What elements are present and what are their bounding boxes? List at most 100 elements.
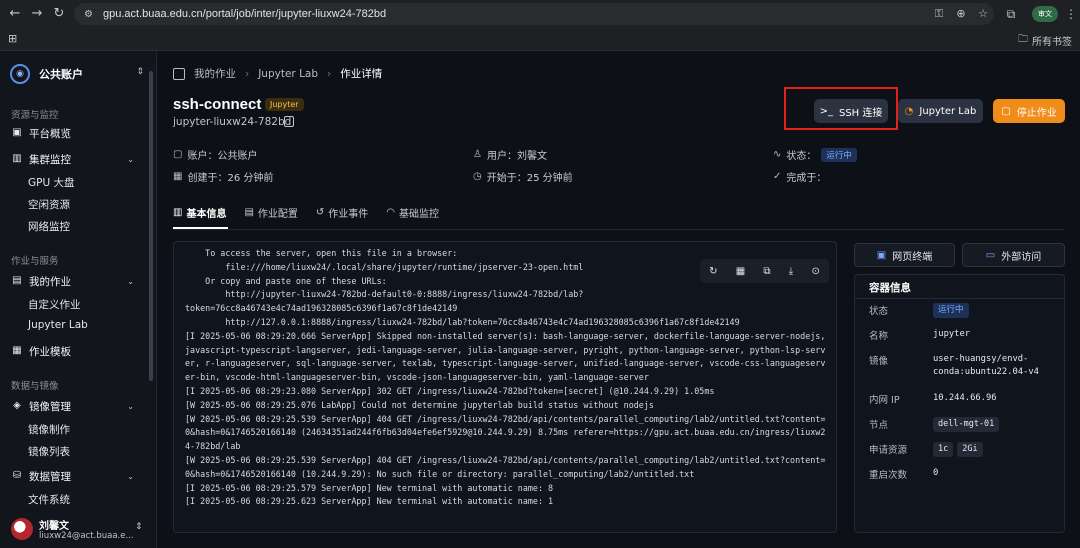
divider	[855, 298, 1064, 299]
ssh-connect-button[interactable]: >_ SSH 连接	[814, 99, 888, 123]
sidebar-item-label: 作业模板	[29, 345, 71, 358]
info-value: jupyter	[933, 329, 971, 339]
clock-icon: ◷	[473, 171, 482, 182]
chevron-down-icon: ⌄	[127, 471, 134, 481]
play-circle-icon[interactable]: ⊙	[811, 266, 819, 277]
sidebar-scrollbar[interactable]	[149, 71, 153, 381]
sidebar-item-label: 平台概览	[29, 127, 71, 140]
browser-chrome: ← → ↻ ⚙ gpu.act.buaa.edu.cn/portal/job/i…	[0, 0, 1080, 51]
log-toolbar: ↻ ▦ ⧉ ⤓ ⊙	[700, 259, 829, 283]
sidebar-item-image-make[interactable]: 镜像制作	[28, 422, 70, 437]
meta-created-text: 创建于：26 分钟前	[187, 173, 274, 184]
container-info-title: 容器信息	[869, 282, 911, 294]
sidebar-item-custom[interactable]: 自定义作业	[28, 297, 81, 312]
jupyter-lab-label: Jupyter Lab	[919, 105, 977, 117]
package-icon: ◈	[13, 400, 21, 411]
page-title: ssh-connect	[173, 96, 262, 113]
account-name: 公共账户	[39, 68, 83, 81]
account-icon: ▢	[173, 149, 183, 160]
tab-divider	[173, 229, 1065, 230]
meta-finished-text: 完成于：	[786, 173, 827, 184]
node-badge[interactable]: dell-mgt-01	[933, 417, 1000, 432]
back-arrow-icon[interactable]: ←	[6, 5, 24, 23]
reload-icon[interactable]: ↻	[50, 5, 68, 23]
info-value: user-huangsy/envd-conda:ubuntu22.04-v4	[933, 354, 1039, 377]
sidebar-toggle-icon[interactable]	[173, 67, 185, 80]
sidebar-item-filesystem[interactable]: 文件系统	[28, 492, 70, 507]
sidebar-item-cluster[interactable]: ▥ 集群监控 ⌄	[0, 149, 150, 169]
sidebar-item-gpu[interactable]: GPU 大盘	[28, 175, 75, 190]
stop-icon: ▢	[1001, 105, 1011, 117]
address-bar[interactable]: ⚙ gpu.act.buaa.edu.cn/portal/job/inter/j…	[74, 3, 994, 25]
password-key-icon[interactable]: ⚿	[932, 7, 946, 21]
site-info-icon[interactable]: ⚙	[84, 9, 93, 20]
meta-account-text: 账户：公共账户	[187, 151, 258, 162]
user-menu[interactable]: 刘馨文 liuxw24@act.buaa.e... ⇕	[0, 513, 157, 548]
external-access-button[interactable]: ▭ 外部访问	[962, 243, 1065, 267]
sidebar-item-image-list[interactable]: 镜像列表	[28, 444, 70, 459]
sidebar-item-data-mgmt[interactable]: ⛁ 数据管理 ⌄	[0, 466, 150, 486]
account-switcher[interactable]: ◉ 公共账户 ⇕	[10, 63, 150, 85]
info-icon: ▥	[173, 207, 183, 218]
url-text: gpu.act.buaa.edu.cn/portal/job/inter/jup…	[102, 8, 387, 20]
tab-job-config[interactable]: ▤ 作业配置	[244, 205, 297, 220]
apps-grid-icon[interactable]: ⊞	[8, 32, 17, 45]
copy-icon[interactable]: ⧉	[763, 266, 770, 277]
stop-job-button[interactable]: ▢ 停止作业	[993, 99, 1065, 123]
database-icon: ⛁	[12, 470, 22, 481]
meta-started: ◷ 开始于：25 分钟前	[473, 169, 573, 184]
section-jobs: 作业与服务	[11, 256, 59, 267]
meta-created: ▦ 创建于：26 分钟前	[173, 169, 273, 184]
meta-user: ♙ 用户：刘馨文	[473, 147, 547, 162]
bookmark-star-icon[interactable]: ☆	[976, 7, 990, 21]
status-badge: 运行中	[933, 303, 969, 318]
section-data: 数据与镜像	[11, 381, 59, 392]
info-value: 10.244.66.96	[933, 393, 997, 403]
meta-status: ∿ 状态： 运行中	[773, 147, 857, 162]
terminal-icon: >_	[819, 105, 833, 117]
info-key: 重启次数	[869, 470, 908, 481]
breadcrumb-jupyter[interactable]: Jupyter Lab	[258, 68, 318, 80]
menu-kebab-icon[interactable]: ⋮	[1062, 5, 1080, 23]
breadcrumb-separator-icon: ›	[327, 67, 332, 80]
template-icon: ▦	[12, 345, 22, 356]
download-icon[interactable]: ⤓	[789, 266, 793, 277]
sidebar-item-jupyter[interactable]: Jupyter Lab	[28, 319, 88, 331]
tab-label: 作业配置	[257, 209, 298, 220]
web-terminal-button[interactable]: ▣ 网页终端	[854, 243, 955, 267]
calendar-refresh-icon[interactable]: ▦	[736, 266, 745, 277]
forward-arrow-icon[interactable]: →	[28, 5, 46, 23]
sidebar-item-idle[interactable]: 空闲资源	[28, 197, 70, 212]
info-key: 状态	[869, 306, 889, 317]
extensions-icon[interactable]: ⧉	[1002, 5, 1020, 23]
jupyter-lab-button[interactable]: ◔ Jupyter Lab	[898, 99, 983, 123]
dashboard-icon: ▣	[12, 127, 22, 138]
info-key: 名称	[869, 331, 889, 342]
log-panel[interactable]: To access the server, open this file in …	[173, 241, 837, 533]
tab-basic-info[interactable]: ▥ 基本信息	[173, 205, 226, 220]
tab-label: 作业事件	[328, 209, 369, 220]
refresh-icon[interactable]: ↻	[709, 266, 717, 277]
meta-user-text: 用户：刘馨文	[486, 151, 547, 162]
tab-job-events[interactable]: ↺ 作业事件	[316, 205, 368, 220]
breadcrumb-myjobs[interactable]: 我的作业	[194, 66, 236, 81]
sidebar-item-label: 镜像管理	[29, 400, 71, 413]
sidebar-item-network[interactable]: 网络监控	[28, 219, 70, 234]
meta-account: ▢ 账户：公共账户	[173, 147, 257, 162]
copy-icon[interactable]	[284, 116, 294, 127]
all-bookmarks[interactable]: 🗀 所有书签	[1018, 32, 1072, 49]
avatar	[11, 518, 33, 540]
tab-label: 基础监控	[399, 209, 440, 220]
chevron-down-icon: ⌄	[127, 401, 134, 411]
tab-monitoring[interactable]: ◠ 基础监控	[386, 205, 439, 220]
sidebar-item-template[interactable]: ▦ 作业模板	[0, 341, 150, 361]
info-row-status: 状态 运行中	[869, 303, 1059, 318]
profile-badge[interactable]: 审文	[1032, 6, 1058, 22]
chart-icon: ▥	[12, 153, 22, 164]
sidebar-item-myjobs[interactable]: ▤ 我的作业 ⌄	[0, 271, 150, 291]
jupyter-icon: ◔	[904, 105, 914, 117]
sidebar-item-label: 我的作业	[29, 275, 71, 288]
zoom-icon[interactable]: ⊕	[954, 7, 968, 21]
sidebar-item-image-mgmt[interactable]: ◈ 镜像管理 ⌄	[0, 396, 150, 416]
sidebar-item-overview[interactable]: ▣ 平台概览	[0, 123, 150, 143]
